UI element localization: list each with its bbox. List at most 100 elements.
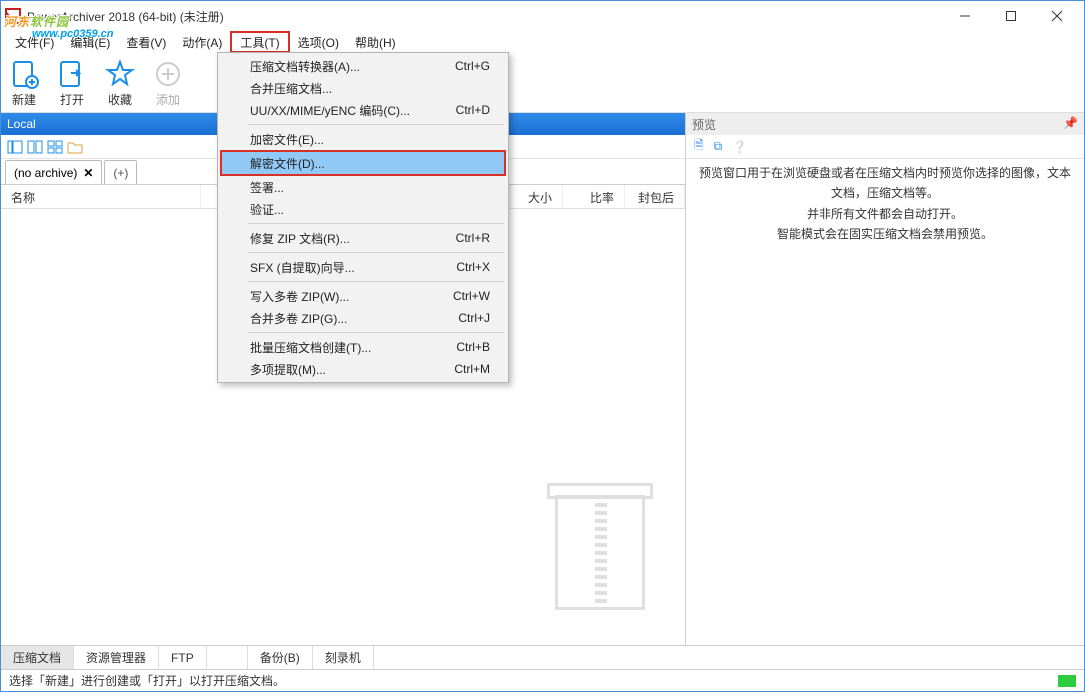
tool-open-label: 打开 (60, 91, 84, 108)
menu-separator (248, 281, 504, 282)
maximize-icon (1006, 11, 1016, 21)
menu-item-label: 签署... (250, 179, 284, 196)
menu-item-label: 合并压缩文档... (250, 80, 332, 97)
col-name[interactable]: 名称 (1, 185, 201, 208)
statusbar: 选择「新建」进行创建或「打开」以打开压缩文档。 (1, 669, 1084, 691)
panels: Local (no archive) ✕ (+) 名称 类 大小 (1, 113, 1084, 645)
panel-right-title: 预览 📌 (686, 113, 1084, 135)
btab-burner[interactable]: 刻录机 (313, 646, 374, 669)
pin-icon[interactable]: 📌 (1063, 116, 1078, 130)
col-packed[interactable]: 封包后 (625, 185, 685, 208)
layout-dual-icon[interactable] (27, 140, 43, 154)
preview-line1: 预览窗口用于在浏览硬盘或者在压缩文档内时预览你选择的图像，文本文档，压缩文档等。 (696, 163, 1074, 204)
close-button[interactable] (1034, 1, 1080, 31)
menu-item-13[interactable]: 写入多卷 ZIP(W)... Ctrl+W (220, 285, 506, 307)
menu-separator (248, 252, 504, 253)
preview-copy-icon[interactable]: ⧉ (714, 139, 723, 154)
menu-item-7[interactable]: 验证... (220, 198, 506, 220)
menu-item-16[interactable]: 批量压缩文档创建(T)...Ctrl+B (220, 336, 506, 358)
menu-item-4[interactable]: 加密文件(E)... (220, 128, 506, 150)
menu-item-shortcut: Ctrl+G (455, 59, 490, 73)
titlebar: PowerArchiver 2018 (64-bit) (未注册) (1, 1, 1084, 31)
menu-edit[interactable]: 编辑(E) (62, 31, 118, 53)
tab-no-archive-label: (no archive) (14, 166, 77, 180)
menu-separator (248, 332, 504, 333)
menu-item-label: 写入多卷 ZIP(W)... (250, 288, 349, 305)
btab-archive[interactable]: 压缩文档 (1, 646, 74, 669)
layout-single-icon[interactable] (7, 140, 23, 154)
menu-item-11[interactable]: SFX (自提取)向导...Ctrl+X (220, 256, 506, 278)
open-archive-icon (57, 59, 87, 89)
menubar: 文件(F) 编辑(E) 查看(V) 动作(A) 工具(T) 选项(O) 帮助(H… (1, 31, 1084, 53)
menu-item-9[interactable]: 修复 ZIP 文档(R)... Ctrl+R (220, 227, 506, 249)
menu-item-0[interactable]: 压缩文档转换器(A)... Ctrl+G (220, 55, 506, 77)
preview-doc-icon[interactable]: 🗎 (694, 136, 704, 157)
tool-open[interactable]: 打开 (57, 59, 87, 108)
tab-no-archive[interactable]: (no archive) ✕ (5, 160, 102, 184)
menu-item-label: 加密文件(E)... (250, 131, 324, 148)
preview-line2: 并非所有文件都会自动打开。 (696, 204, 1074, 224)
menu-item-5[interactable]: 解密文件(D)... (220, 150, 506, 176)
menu-item-17[interactable]: 多项提取(M)... Ctrl+M (220, 358, 506, 380)
menu-item-label: 压缩文档转换器(A)... (250, 58, 360, 75)
menu-item-shortcut: Ctrl+J (458, 311, 490, 325)
menu-separator (248, 223, 504, 224)
app-window: 河东软件园 www.pc0359.cn PowerArchiver 2018 (… (0, 0, 1085, 692)
archive-watermark-icon (545, 465, 655, 615)
menu-item-label: 批量压缩文档创建(T)... (250, 339, 371, 356)
close-icon (1052, 11, 1062, 21)
menu-item-label: 验证... (250, 201, 284, 218)
layout-folder-icon[interactable] (67, 140, 83, 154)
maximize-button[interactable] (988, 1, 1034, 31)
menu-item-2[interactable]: UU/XX/MIME/yENC 编码(C)... Ctrl+D (220, 99, 506, 121)
window-title: PowerArchiver 2018 (64-bit) (未注册) (27, 8, 224, 25)
tab-add[interactable]: (+) (104, 160, 137, 184)
menu-separator (248, 124, 504, 125)
btab-backup[interactable]: 备份(B) (247, 646, 313, 669)
new-archive-icon (9, 59, 39, 89)
tab-close-icon[interactable]: ✕ (83, 166, 93, 180)
menu-item-label: 合并多卷 ZIP(G)... (250, 310, 347, 327)
menu-item-label: 多项提取(M)... (250, 361, 326, 378)
preview-line3: 智能模式会在固实压缩文档会禁用预览。 (696, 224, 1074, 244)
tool-add: 添加 (153, 59, 183, 108)
menu-actions[interactable]: 动作(A) (174, 31, 230, 53)
menu-options[interactable]: 选项(O) (290, 31, 347, 53)
status-text: 选择「新建」进行创建或「打开」以打开压缩文档。 (9, 672, 285, 689)
toolbar: 新建 打开 收藏 添加 (1, 53, 1084, 113)
preview-toolbar: 🗎 ⧉ ❔ (686, 135, 1084, 159)
col-ratio[interactable]: 比率 (563, 185, 625, 208)
tool-favorite[interactable]: 收藏 (105, 59, 135, 108)
panel-left-title-text: Local (7, 117, 36, 131)
menu-item-shortcut: Ctrl+D (456, 103, 490, 117)
panel-right-title-text: 预览 (692, 116, 716, 133)
status-led-icon (1058, 675, 1076, 687)
menu-tools[interactable]: 工具(T) (230, 31, 289, 53)
menu-item-shortcut: Ctrl+M (454, 362, 490, 376)
menu-file[interactable]: 文件(F) (7, 31, 62, 53)
preview-help-icon[interactable]: ❔ (732, 140, 747, 154)
tool-add-label: 添加 (156, 91, 180, 108)
tab-add-label: (+) (113, 166, 128, 180)
btab-explorer[interactable]: 资源管理器 (74, 646, 159, 669)
bottom-tabs: 压缩文档 资源管理器 FTP 备份(B) 刻录机 (1, 645, 1084, 669)
menu-item-label: 修复 ZIP 文档(R)... (250, 230, 350, 247)
menu-item-label: SFX (自提取)向导... (250, 259, 355, 276)
menu-view[interactable]: 查看(V) (118, 31, 174, 53)
btab-ftp[interactable]: FTP (159, 646, 207, 669)
menu-item-6[interactable]: 签署... (220, 176, 506, 198)
menu-item-1[interactable]: 合并压缩文档... (220, 77, 506, 99)
menu-item-14[interactable]: 合并多卷 ZIP(G)... Ctrl+J (220, 307, 506, 329)
tools-menu-dropdown: 压缩文档转换器(A)... Ctrl+G 合并压缩文档... UU/XX/MIME/y… (217, 52, 509, 383)
preview-text: 预览窗口用于在浏览硬盘或者在压缩文档内时预览你选择的图像，文本文档，压缩文档等。… (686, 159, 1084, 249)
tool-new[interactable]: 新建 (9, 59, 39, 108)
menu-item-label: UU/XX/MIME/yENC 编码(C)... (250, 102, 410, 119)
menu-item-shortcut: Ctrl+W (453, 289, 490, 303)
tool-new-label: 新建 (12, 91, 36, 108)
menu-item-shortcut: Ctrl+R (456, 231, 490, 245)
menu-help[interactable]: 帮助(H) (347, 31, 404, 53)
minimize-button[interactable] (942, 1, 988, 31)
menu-item-label: 解密文件(D)... (250, 155, 325, 172)
col-size[interactable]: 大小 (511, 185, 563, 208)
layout-grid-icon[interactable] (47, 140, 63, 154)
